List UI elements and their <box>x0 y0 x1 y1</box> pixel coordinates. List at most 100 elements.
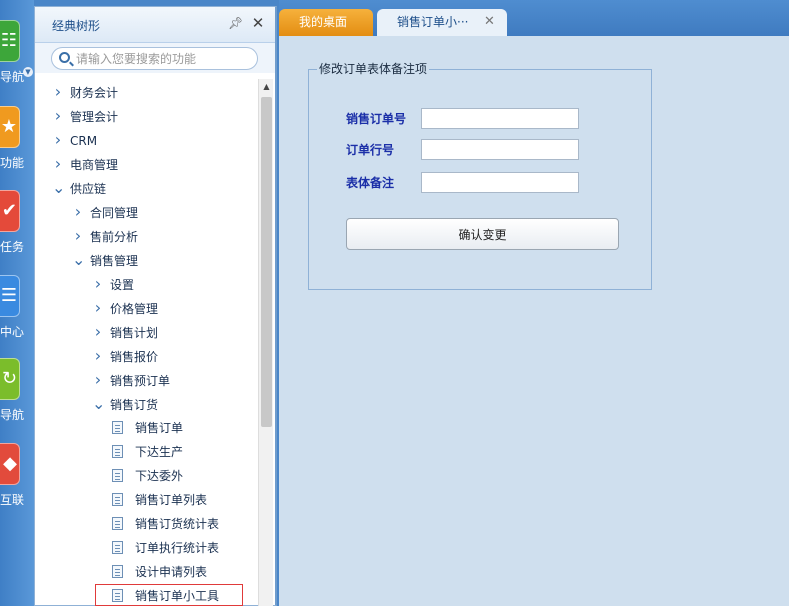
tree-leaf-item[interactable]: 设计申请列表 <box>112 561 207 583</box>
chevron-right-icon[interactable]: › <box>92 345 104 367</box>
tree-folder-item[interactable]: › 合同管理 <box>72 201 138 223</box>
tree-folder-item[interactable]: › 价格管理 <box>92 297 158 319</box>
close-tab-icon[interactable]: ✕ <box>484 9 496 35</box>
search-icon[interactable] <box>59 52 70 63</box>
document-icon <box>112 421 123 434</box>
rail-label: 功能 <box>0 156 25 170</box>
refresh-icon: ↻ <box>0 358 20 400</box>
tree-title: 经典树形 <box>52 19 101 33</box>
chevron-right-icon[interactable]: › <box>52 153 64 175</box>
rail-item[interactable]: ◆ 互联 <box>0 443 34 523</box>
tree-item-label: 销售订单 <box>135 421 184 435</box>
tree-leaf-item[interactable]: 销售订货统计表 <box>112 513 219 535</box>
tree-item-label: 电商管理 <box>70 158 119 172</box>
close-panel-icon[interactable]: ✕ <box>250 14 266 32</box>
rail-label: 任务 <box>0 240 25 254</box>
tree-leaf-item[interactable]: 销售订单 <box>112 417 183 439</box>
tree-item-label: 价格管理 <box>110 302 159 316</box>
chevron-down-icon[interactable]: ⌄ <box>92 393 105 415</box>
document-icon: ☰ <box>0 275 20 317</box>
tree-folder-item[interactable]: › 销售预订单 <box>92 369 170 391</box>
tab-sales-order-tool[interactable]: 销售订单小··· ✕ <box>377 9 507 36</box>
chevron-right-icon[interactable]: › <box>92 321 104 343</box>
search-input[interactable] <box>76 50 251 67</box>
tree-leaf-item[interactable]: 销售订单列表 <box>112 489 207 511</box>
tree-leaf-item[interactable]: 订单执行统计表 <box>112 537 219 559</box>
content-area: 修改订单表体备注项 销售订单号 订单行号 表体备注 确认变更 <box>279 36 789 606</box>
tree-item-label: 下达委外 <box>135 469 184 483</box>
document-icon <box>112 541 123 554</box>
scroll-thumb[interactable] <box>261 97 272 427</box>
search-box[interactable] <box>51 47 258 70</box>
tree-folder-item[interactable]: › 管理会计 <box>52 105 118 127</box>
chevron-right-icon[interactable]: › <box>72 225 84 247</box>
tree-folder-item[interactable]: › 销售报价 <box>92 345 158 367</box>
grid-icon: ☷ <box>0 20 20 62</box>
tree-folder-item[interactable]: ⌄ 供应链 <box>52 177 106 199</box>
fieldset-legend: 修改订单表体备注项 <box>317 62 430 76</box>
tree-folder-item[interactable]: › CRM <box>52 129 97 151</box>
chevron-right-icon[interactable]: › <box>52 105 64 127</box>
tree-folder-item[interactable]: › 售前分析 <box>72 225 138 247</box>
chevron-right-icon[interactable]: › <box>92 297 104 319</box>
tree-item-label: 财务会计 <box>70 86 119 100</box>
line-remark-label: 表体备注 <box>346 176 395 190</box>
order-line-no-label: 订单行号 <box>346 143 395 157</box>
search-row <box>35 43 275 73</box>
tree-leaf-item[interactable]: 下达生产 <box>112 441 183 463</box>
tab-bar: 我的桌面 销售订单小··· ✕ <box>279 0 789 36</box>
tree-item-label: 销售订单列表 <box>135 493 208 507</box>
tree-scrollbar[interactable]: ▲ <box>258 79 273 606</box>
checkmark-icon: ✔ <box>0 190 20 232</box>
rail-item[interactable]: ☰ 中心 <box>0 275 34 355</box>
tree-item-label: 设置 <box>110 278 135 292</box>
document-icon <box>112 589 123 602</box>
tree-item-label: CRM <box>70 134 98 148</box>
edit-remark-fieldset: 修改订单表体备注项 销售订单号 订单行号 表体备注 确认变更 <box>308 62 652 290</box>
rail-label: 导航 <box>0 70 25 84</box>
chevron-down-icon[interactable]: ⌄ <box>52 177 65 199</box>
rail-item[interactable]: ✔ 任务 <box>0 190 34 270</box>
chevron-down-icon[interactable]: ▼ <box>23 67 33 77</box>
sales-order-no-label: 销售订单号 <box>346 112 407 126</box>
pin-icon[interactable]: 📌︎ <box>228 16 243 32</box>
tree-item-label: 销售预订单 <box>110 374 171 388</box>
rail-item[interactable]: ★ 功能 <box>0 106 34 186</box>
confirm-change-button[interactable]: 确认变更 <box>346 218 619 250</box>
tree-folder-item[interactable]: › 设置 <box>92 273 134 295</box>
sales-order-no-input[interactable] <box>421 108 579 129</box>
tree-folder-item[interactable]: › 销售计划 <box>92 321 158 343</box>
chevron-right-icon[interactable]: › <box>92 369 104 391</box>
tree-item-label: 销售订单小工具 <box>135 589 220 603</box>
chevron-right-icon[interactable]: › <box>92 273 104 295</box>
tree-folder-item[interactable]: ⌄ 销售管理 <box>72 249 138 271</box>
chevron-right-icon[interactable]: › <box>72 201 84 223</box>
line-remark-input[interactable] <box>421 172 579 193</box>
chevron-down-icon[interactable]: ⌄ <box>72 249 85 271</box>
rail-item[interactable]: ↻ 导航 <box>0 358 34 438</box>
tree-item-label: 管理会计 <box>70 110 119 124</box>
tree-item-label: 销售订货 <box>110 398 159 412</box>
tree-body: › 财务会计 › 管理会计 › CRM › 电商管理 ⌄ 供应链 › 合同管理 › 售前分析 ⌄ 销售管理 › 设… <box>35 79 257 606</box>
scroll-up-arrow-icon[interactable]: ▲ <box>259 79 274 94</box>
network-icon: ◆ <box>0 443 20 485</box>
tree-item-label: 售前分析 <box>90 230 139 244</box>
tree-folder-item[interactable]: ⌄ 销售订货 <box>92 393 158 415</box>
tab-my-desktop[interactable]: 我的桌面 <box>279 9 373 36</box>
order-line-no-input[interactable] <box>421 139 579 160</box>
tree-folder-item[interactable]: › 电商管理 <box>52 153 118 175</box>
tree-item-label: 供应链 <box>70 182 107 196</box>
document-icon <box>112 517 123 530</box>
rail-item[interactable]: ☷ 导航 ▼ <box>0 20 34 100</box>
tree-leaf-item[interactable]: 下达委外 <box>112 465 183 487</box>
tab-label: 销售订单小··· <box>397 15 469 29</box>
tree-leaf-item[interactable]: 销售订单小工具 <box>95 584 243 606</box>
star-icon: ★ <box>0 106 20 148</box>
chevron-right-icon[interactable]: › <box>52 81 64 103</box>
app-rail: ☷ 导航 ▼ ★ 功能 ✔ 任务 ☰ 中心 ↻ 导航 ◆ 互联 <box>0 0 34 606</box>
tree-item-label: 销售订货统计表 <box>135 517 220 531</box>
tree-folder-item[interactable]: › 财务会计 <box>52 81 118 103</box>
rail-label: 中心 <box>0 325 25 339</box>
chevron-right-icon[interactable]: › <box>52 129 64 151</box>
tree-item-label: 销售计划 <box>110 326 159 340</box>
